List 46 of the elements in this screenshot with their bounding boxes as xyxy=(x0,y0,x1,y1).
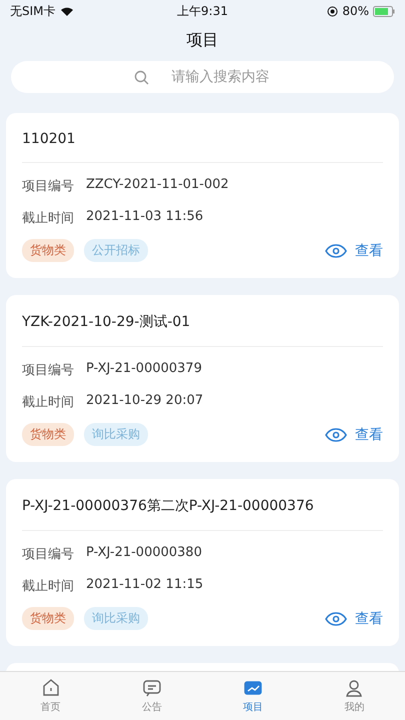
field-label: 项目编号 xyxy=(22,178,74,195)
page-title: 项目 xyxy=(186,29,220,51)
field-value: 2021-11-02 11:15 xyxy=(86,577,204,594)
method-tag: 询比采购 xyxy=(84,423,148,446)
project-title: P-XJ-21-00000376第二次P-XJ-21-00000376 xyxy=(22,479,383,531)
field-label: 截止时间 xyxy=(22,578,74,595)
field-value: P-XJ-21-00000380 xyxy=(86,545,202,562)
eye-icon xyxy=(325,612,347,626)
message-icon xyxy=(142,678,162,698)
view-button[interactable]: 查看 xyxy=(325,242,383,260)
home-icon xyxy=(40,678,61,698)
field-label: 截止时间 xyxy=(22,210,74,227)
tab-item[interactable]: 公告 xyxy=(101,672,202,720)
search-field[interactable]: 请输入搜索内容 xyxy=(11,61,394,93)
category-tag: 货物类 xyxy=(22,607,74,630)
search-icon xyxy=(134,70,149,85)
user-icon xyxy=(344,678,364,698)
field-value: 2021-10-29 20:07 xyxy=(86,393,204,410)
category-tag: 货物类 xyxy=(22,423,74,446)
carrier-text: 无SIM卡 xyxy=(10,2,56,20)
method-tag: 公开招标 xyxy=(84,239,148,262)
project-title: YZK-2021-10-29-测试-01 xyxy=(22,295,383,347)
eye-icon xyxy=(325,428,347,442)
wifi-icon xyxy=(60,6,74,16)
field-label: 截止时间 xyxy=(22,394,74,411)
field-label: 项目编号 xyxy=(22,546,74,563)
view-button[interactable]: 查看 xyxy=(325,610,383,628)
method-tag: 询比采购 xyxy=(84,607,148,630)
field-value: 2021-11-03 11:56 xyxy=(86,209,204,226)
view-button[interactable]: 查看 xyxy=(325,426,383,444)
tab-item[interactable]: 我的 xyxy=(304,672,405,720)
lock-rotation-icon xyxy=(327,6,338,16)
battery-icon xyxy=(372,6,395,16)
project-card[interactable]: YZK-2021-10-29-测试-01 项目编号 P-XJ-21-00000379 截止时间 2021-10-29 20:07 货物类 询比采购 查看 xyxy=(6,295,399,462)
field-value: ZZCY-2021-11-01-002 xyxy=(86,177,229,194)
field-value: P-XJ-21-00000379 xyxy=(86,361,202,378)
battery-text: 80% xyxy=(342,4,369,18)
status-time: 上午9:31 xyxy=(177,2,228,20)
tab-item[interactable]: 首页 xyxy=(0,672,102,720)
category-tag: 货物类 xyxy=(22,239,74,262)
field-label: 项目编号 xyxy=(22,362,74,379)
project-card[interactable]: 110201 项目编号 ZZCY-2021-11-01-002 截止时间 2021-11-03 11:56 货物类 公开招标 查看 xyxy=(6,113,399,278)
project-card[interactable]: P-XJ-21-00000376第二次P-XJ-21-00000376 项目编号 P-XJ-21-00000380 截止时间 2021-11-02 11:15 货物类 询比采购 查看 xyxy=(6,479,399,646)
eye-icon xyxy=(325,244,347,258)
tab-item[interactable]: 项目 xyxy=(202,672,304,720)
project-title: 110201 xyxy=(22,113,383,163)
